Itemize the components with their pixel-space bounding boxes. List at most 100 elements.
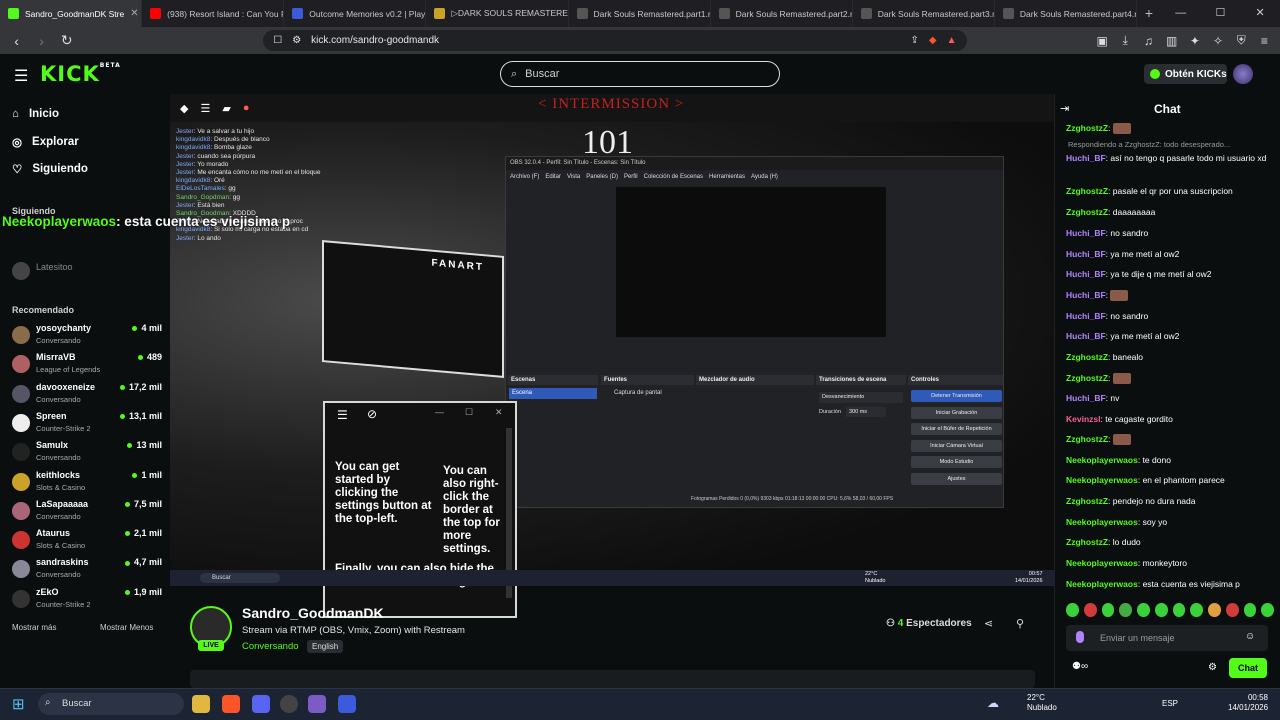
obs-control-button[interactable]: Ajustes xyxy=(911,472,1002,485)
hide-borders-icon[interactable]: ⊘ xyxy=(367,407,377,421)
emote-icon[interactable] xyxy=(1137,603,1150,617)
chat-message[interactable]: ZzghostzZ: xyxy=(1066,122,1271,135)
minimize-window-icon[interactable]: — xyxy=(1161,0,1201,27)
chat-settings-icon[interactable]: ⚙ xyxy=(1208,662,1217,673)
browser-tab[interactable]: ▷DARK SOULS REMASTERED ✕ xyxy=(426,0,569,27)
chat-message[interactable]: Huchi_BF: no sandro xyxy=(1066,310,1271,322)
recommended-channel[interactable]: MisrraVB League of Legends 489 xyxy=(12,351,162,377)
chat-username[interactable]: ZzghostzZ xyxy=(1066,352,1108,362)
chat-username[interactable]: Huchi_BF xyxy=(1066,153,1106,163)
duration-input[interactable]: 300 ms xyxy=(846,407,886,417)
chat-message[interactable]: Neekoplayerwaos: te dono xyxy=(1066,454,1271,466)
emote-icon[interactable] xyxy=(1208,603,1221,617)
chat-message[interactable]: Huchi_BF: ya te dije q me metí al ow2 xyxy=(1066,268,1271,280)
kick-logo[interactable]: KICKBETA xyxy=(40,62,121,86)
chat-message[interactable]: ZzghostzZ: lo dudo xyxy=(1066,536,1271,548)
obs-control-button[interactable]: Iniciar el Búfer de Repetición xyxy=(911,423,1002,435)
maximize-window-icon[interactable]: ☐ xyxy=(1201,0,1241,27)
sidebar-item-explorar[interactable]: ◎ Explorar xyxy=(12,135,79,149)
obs-control-button[interactable]: Iniciar Grabación xyxy=(911,406,1002,419)
emote-icon[interactable] xyxy=(1101,603,1115,617)
points-icon[interactable]: ⚉∞ xyxy=(1072,661,1088,672)
emote-icon[interactable] xyxy=(1243,603,1257,617)
chat-username[interactable]: ZzghostzZ xyxy=(1066,373,1108,383)
streamer-name[interactable]: Sandro_GoodmanDK xyxy=(242,605,384,621)
obs-menu-item[interactable]: Perfil xyxy=(624,170,638,184)
emote-icon[interactable] xyxy=(1066,603,1079,617)
collapse-chat-icon[interactable]: ⇥ xyxy=(1060,102,1069,115)
settings-menu-icon[interactable]: ☰ xyxy=(337,408,348,422)
chat-message[interactable]: ZzghostzZ: pasale el qr por una suscripc… xyxy=(1066,185,1271,197)
download-icon[interactable]: ⤓ xyxy=(1118,33,1133,48)
chat-message[interactable]: Neekoplayerwaos: esta cuenta es viejisim… xyxy=(1066,578,1271,590)
input-language[interactable]: ESP xyxy=(1162,699,1178,708)
chat-username[interactable]: ZzghostzZ xyxy=(1066,123,1108,133)
browser-tab[interactable]: Dark Souls Remastered.part1.r✕ xyxy=(569,0,711,27)
leo-icon[interactable]: ✧ xyxy=(1210,34,1225,48)
chat-username[interactable]: Huchi_BF xyxy=(1066,393,1106,403)
obs-control-button[interactable]: Iniciar Cámara Virtual xyxy=(911,439,1002,452)
chat-message[interactable]: Huchi_BF: así no tengo q pasarle todo mi… xyxy=(1066,152,1271,164)
recommended-channel[interactable]: Ataurus Slots & Casino 2,1 mil xyxy=(12,527,162,553)
follow-user-icon[interactable]: ⚲ xyxy=(1016,617,1024,630)
sidebar-item-inicio[interactable]: ⌂ Inicio xyxy=(12,108,59,120)
emote-icon[interactable] xyxy=(1154,603,1168,617)
obs-menu-item[interactable]: Paneles (D) xyxy=(586,170,618,184)
emote-icon[interactable] xyxy=(1190,603,1203,617)
chat-message[interactable]: ZzghostzZ: banealo xyxy=(1066,351,1271,363)
brave-browser-icon[interactable] xyxy=(222,695,240,713)
chat-message[interactable]: Neekoplayerwaos: monkeytoro xyxy=(1066,557,1271,569)
browser-tab[interactable]: Dark Souls Remastered.part2.r✕ xyxy=(711,0,853,27)
sidebar-item-siguiendo[interactable]: ♡ Siguiendo xyxy=(12,162,88,176)
show-less-link[interactable]: Mostrar Menos xyxy=(100,623,153,632)
recommended-channel[interactable]: Spreen Counter-Strike 2 13,1 mil xyxy=(12,410,162,436)
taskbar-clock[interactable]: 00:58 14/01/2026 xyxy=(1228,693,1268,713)
extensions-icon[interactable]: ✦ xyxy=(1187,34,1202,48)
recommended-channel[interactable]: zEkO Counter-Strike 2 1,9 mil xyxy=(12,586,162,612)
window-maximize-icon[interactable]: ☐ xyxy=(465,407,473,418)
obs-menu-item[interactable]: Colección de Escenas xyxy=(644,170,703,184)
chat-username[interactable]: Huchi_BF xyxy=(1066,311,1106,321)
chat-message[interactable]: Huchi_BF: no sandro xyxy=(1066,227,1271,239)
chat-message[interactable]: Huchi_BF: xyxy=(1066,289,1271,302)
chat-username[interactable]: Huchi_BF xyxy=(1066,290,1106,300)
mic-icon[interactable]: ● xyxy=(243,102,250,115)
scene-item[interactable]: Escena xyxy=(509,388,597,399)
reload-icon[interactable]: ↻ xyxy=(58,32,75,49)
window-minimize-icon[interactable]: — xyxy=(435,407,444,417)
browser-tab[interactable]: Sandro_GoodmanDK Stre ✕ xyxy=(0,0,143,27)
emote-icon[interactable] xyxy=(1225,603,1239,617)
chat-message[interactable]: Huchi_BF: ya me metí al ow2 xyxy=(1066,330,1271,342)
recommended-channel[interactable]: yosoychanty Conversando 4 mil xyxy=(12,322,162,348)
recommended-channel[interactable]: LaSapaaaaa Conversando 7,5 mil xyxy=(12,498,162,524)
obs-menu-item[interactable]: Vista xyxy=(567,170,580,184)
mic-icon[interactable] xyxy=(1076,631,1084,643)
recommended-channel[interactable]: Samulx Conversando 13 mil xyxy=(12,439,162,465)
send-chat-button[interactable]: Chat xyxy=(1229,658,1267,678)
music-icon[interactable]: ♫ xyxy=(1141,34,1156,48)
address-bar[interactable]: ☐ ⚙ kick.com/sandro-goodmandk ⇪ ◆ ▲ xyxy=(263,30,967,51)
chat-username[interactable]: ZzghostzZ xyxy=(1066,207,1108,217)
emoji-icon[interactable]: ☺ xyxy=(1245,631,1255,642)
sidebar-toggle-icon[interactable]: ▣ xyxy=(1095,34,1110,48)
obs-app-icon[interactable] xyxy=(280,695,298,713)
app-icon-2[interactable] xyxy=(338,695,356,713)
chat-username[interactable]: ZzghostzZ xyxy=(1066,537,1108,547)
chat-username[interactable]: ZzghostzZ xyxy=(1066,186,1108,196)
forward-icon[interactable]: › xyxy=(33,33,50,49)
emote-icon[interactable] xyxy=(1261,603,1274,617)
chat-username[interactable]: ZzghostzZ xyxy=(1066,434,1108,444)
show-more-link[interactable]: Mostrar más xyxy=(12,623,56,632)
chat-message[interactable]: Huchi_BF: nv xyxy=(1066,392,1271,404)
transition-select[interactable]: Desvanecimiento xyxy=(819,392,903,403)
chat-username[interactable]: Neekoplayerwaos xyxy=(1066,455,1138,465)
chat-message[interactable]: ZzghostzZ: pendejo no dura nada xyxy=(1066,495,1271,507)
obs-menu-item[interactable]: Ayuda (H) xyxy=(751,170,778,184)
chat-username[interactable]: Huchi_BF xyxy=(1066,331,1106,341)
hamburger-menu-icon[interactable]: ☰ xyxy=(14,66,28,86)
windows-start-icon[interactable]: ⊞ xyxy=(12,695,25,713)
vpn-icon[interactable]: ⛨ xyxy=(1234,33,1249,48)
obs-control-button[interactable]: Modo Estudio xyxy=(911,456,1002,468)
chat-message[interactable]: ZzghostzZ: xyxy=(1066,433,1271,446)
following-item[interactable]: Latesitoo xyxy=(12,258,162,284)
